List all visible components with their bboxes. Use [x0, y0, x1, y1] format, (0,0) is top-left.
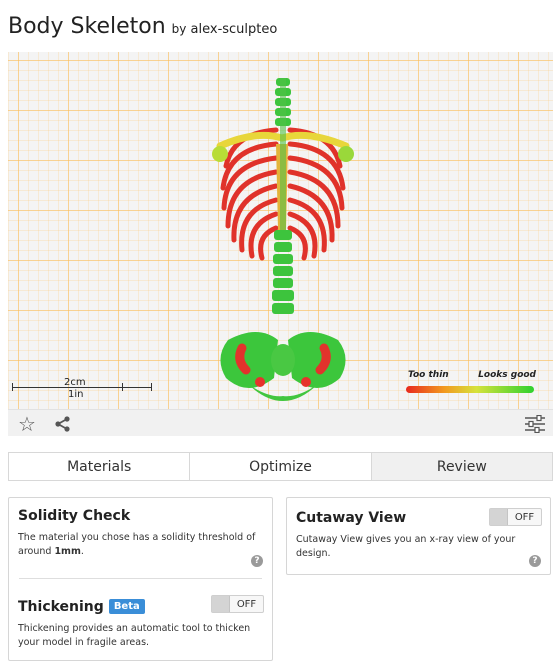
solidity-check-description: The material you chose has a solidity th…: [18, 531, 264, 559]
scale-tick: [122, 383, 123, 391]
solidity-threshold-value: 1mm: [54, 546, 81, 557]
thickness-legend: Too thin Looks good: [400, 370, 540, 400]
page-header: Body Skeleton by alex-sculpteo: [8, 14, 277, 44]
thickening-description: Thickening provides an automatic tool to…: [18, 623, 251, 648]
solidity-thickening-card: Solidity Check The material you chose ha…: [8, 497, 273, 661]
page-title: Body Skeleton: [8, 14, 166, 39]
star-icon[interactable]: ☆: [16, 410, 38, 437]
solidity-check-title: Solidity Check: [18, 508, 131, 524]
beta-badge: Beta: [108, 599, 145, 614]
toggle-state-label: OFF: [514, 511, 535, 523]
skeleton-model: [212, 78, 354, 401]
author-link[interactable]: alex-sculpteo: [191, 22, 278, 37]
toggle-knob: [490, 509, 508, 525]
tab-review[interactable]: Review: [371, 453, 552, 480]
scale-bar: 2cm 1in: [12, 377, 162, 407]
by-label: by: [171, 22, 187, 36]
cutaway-view-title: Cutaway View: [296, 510, 407, 526]
cutaway-view-toggle[interactable]: OFF: [489, 508, 542, 526]
tab-bar: Materials Optimize Review: [8, 452, 553, 481]
share-icon[interactable]: [52, 410, 74, 437]
scale-imperial-label: 1in: [68, 389, 84, 400]
cutaway-view-description: Cutaway View gives you an x-ray view of …: [296, 534, 516, 559]
solidity-desc-end: .: [80, 546, 84, 557]
tab-optimize[interactable]: Optimize: [190, 453, 372, 480]
viewer-toolbar: ☆: [8, 409, 553, 436]
thickening-title: Thickening: [18, 599, 104, 615]
toggle-knob: [212, 596, 230, 612]
toggle-state-label: OFF: [236, 598, 257, 610]
settings-sliders-icon[interactable]: [523, 410, 547, 437]
tab-materials[interactable]: Materials: [9, 453, 191, 480]
help-icon[interactable]: ?: [529, 555, 541, 567]
help-icon[interactable]: ?: [251, 555, 263, 567]
card-divider: [19, 578, 262, 579]
legend-too-thin-label: Too thin: [408, 370, 449, 380]
thickening-heading: Thickening Beta: [18, 596, 145, 615]
author-byline: by alex-sculpteo: [172, 22, 278, 37]
scale-metric-label: 2cm: [64, 377, 86, 388]
legend-gradient-bar: [406, 386, 534, 393]
3d-model-viewer[interactable]: 2cm 1in Too thin Looks good: [8, 52, 553, 409]
legend-looks-good-label: Looks good: [478, 370, 536, 380]
cutaway-view-card: Cutaway View OFF Cutaway View gives you …: [286, 497, 551, 575]
scale-tick: [151, 383, 152, 391]
scale-tick: [12, 383, 13, 391]
thickening-toggle[interactable]: OFF: [211, 595, 264, 613]
